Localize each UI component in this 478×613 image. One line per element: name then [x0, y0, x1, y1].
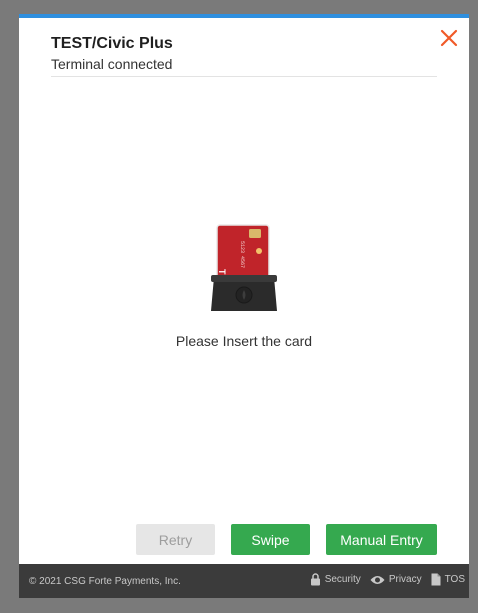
terminal-status: Terminal connected	[51, 56, 173, 72]
eye-icon	[370, 575, 385, 584]
privacy-label: Privacy	[388, 574, 422, 585]
privacy-link[interactable]: Privacy	[370, 574, 422, 585]
document-icon	[431, 573, 441, 586]
footer-links: Security Privacy TOS	[301, 573, 465, 586]
card-reader-illustration: TEK 5123 4567	[211, 221, 281, 316]
dialog-title: TEST/Civic Plus	[51, 35, 173, 52]
copyright-text: © 2021 CSG Forte Payments, Inc.	[29, 576, 181, 587]
payment-dialog: TEST/Civic Plus Terminal connected TEK 5…	[19, 14, 469, 598]
close-icon	[440, 29, 458, 47]
security-label: Security	[324, 574, 361, 585]
svg-text:5123 4567: 5123 4567	[239, 241, 245, 268]
tos-label: TOS	[444, 574, 465, 585]
dialog-footer: © 2021 CSG Forte Payments, Inc. Security…	[19, 564, 469, 598]
security-link[interactable]: Security	[310, 573, 361, 586]
swipe-button[interactable]: Swipe	[231, 524, 310, 555]
lock-icon	[310, 573, 320, 586]
retry-button[interactable]: Retry	[136, 524, 215, 555]
tos-link[interactable]: TOS	[431, 573, 465, 586]
insert-card-prompt: Please Insert the card	[175, 333, 313, 349]
close-button[interactable]	[440, 29, 458, 47]
header-divider	[51, 76, 437, 77]
dialog-header: TEST/Civic Plus Terminal connected	[51, 34, 173, 73]
manual-entry-button[interactable]: Manual Entry	[326, 524, 437, 555]
